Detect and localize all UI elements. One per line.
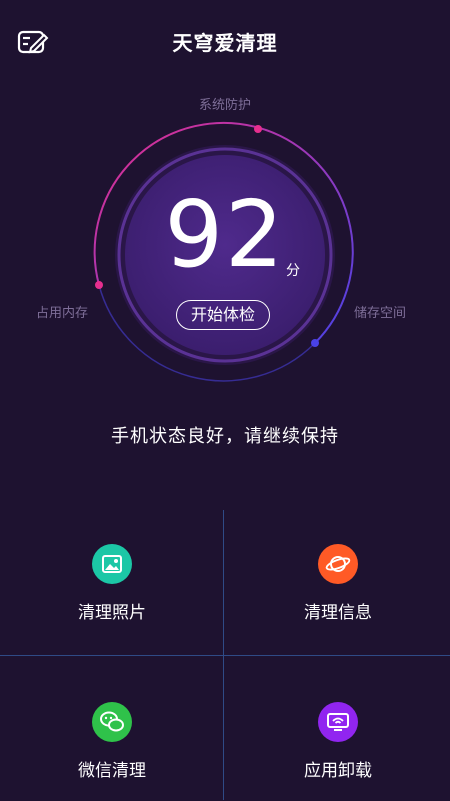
label-storage-space: 储存空间 bbox=[354, 306, 407, 321]
score-unit: 分 bbox=[286, 263, 300, 279]
photo-icon bbox=[92, 544, 132, 584]
label-system-protection: 系统防护 bbox=[198, 98, 251, 113]
app-title: 天穹爱清理 bbox=[172, 31, 278, 55]
tile-label: 清理信息 bbox=[304, 603, 372, 623]
tile-label: 清理照片 bbox=[78, 603, 146, 623]
gauge-dot-right bbox=[311, 339, 319, 347]
tile-wechat-clean[interactable]: 微信清理 bbox=[0, 656, 224, 801]
tile-clean-photos[interactable]: 清理照片 bbox=[0, 510, 224, 655]
tile-label: 应用卸载 bbox=[304, 761, 372, 781]
header: 天穹爱清理 bbox=[0, 0, 450, 88]
tile-app-uninstall[interactable]: 应用卸载 bbox=[226, 656, 450, 801]
planet-icon bbox=[318, 544, 358, 584]
start-check-button[interactable]: 开始体检 bbox=[176, 300, 270, 330]
score-gauge: 系统防护 占用内存 储存空间 92 分 开始体检 bbox=[0, 80, 450, 410]
uninstall-icon bbox=[318, 702, 358, 742]
status-message: 手机状态良好，请继续保持 bbox=[111, 426, 339, 447]
gauge-dot-left bbox=[95, 281, 103, 289]
score-value: 92 bbox=[164, 181, 286, 288]
wechat-icon bbox=[92, 702, 132, 742]
tile-clean-messages[interactable]: 清理信息 bbox=[226, 510, 450, 655]
tile-label: 微信清理 bbox=[78, 761, 146, 781]
label-memory-usage: 占用内存 bbox=[36, 306, 89, 321]
gauge-dot-top bbox=[254, 125, 262, 133]
